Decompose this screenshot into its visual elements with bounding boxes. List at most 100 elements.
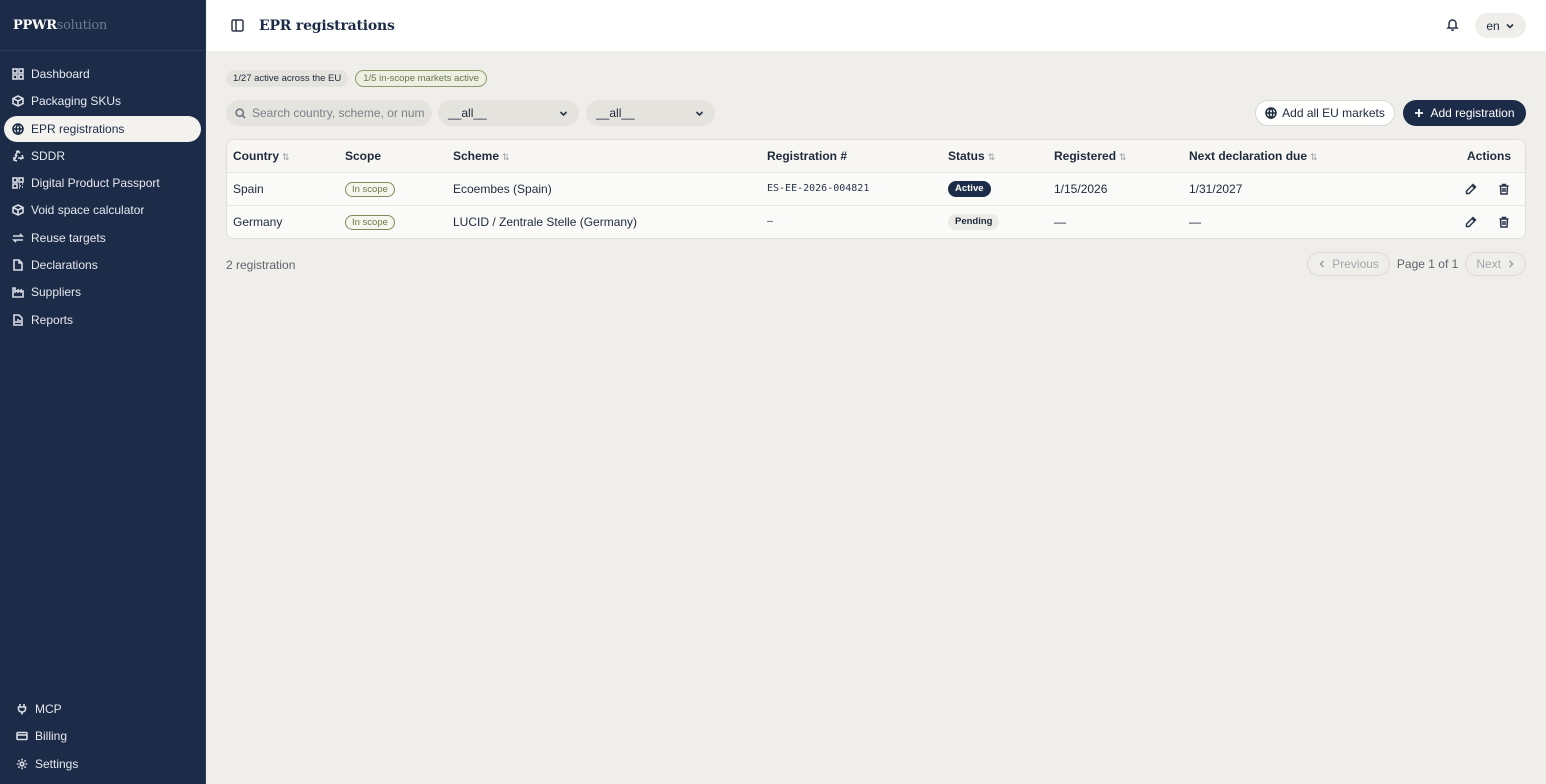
page-info: Page 1 of 1 [1396,257,1459,271]
sort-icon: ⇅ [1119,151,1127,162]
sidebar-item-declarations[interactable]: Declarations [4,252,201,278]
plus-icon [1415,109,1424,117]
language-selector[interactable]: en [1475,13,1526,38]
trash-icon[interactable] [1498,183,1511,196]
next-page-button[interactable]: Next [1465,252,1526,276]
sidebar-item-void-space-calculator[interactable]: Void space calculator [4,197,201,223]
cell-registered: 1/15/2026 [1054,181,1108,196]
status-badge: Active [948,181,991,197]
toolbar: __all__ __all__ Add all EU markets Add r… [226,100,1526,126]
column-header-label: Registration # [767,148,848,163]
scope-badge: In scope [345,181,395,197]
brand-name-bold: PPWR [13,17,57,33]
sidebar-item-mcp[interactable]: MCP [4,696,201,722]
gear-icon [16,758,28,770]
sidebar-item-packaging-skus[interactable]: Packaging SKUs [4,88,201,114]
next-label: Next [1476,257,1501,271]
column-header-label: Status [948,148,985,163]
sidebar-item-label: EPR registrations [31,121,125,136]
previous-page-button[interactable]: Previous [1307,252,1390,276]
sidebar-item-digital-product-passport[interactable]: Digital Product Passport [4,170,201,196]
repeat-icon [12,232,24,244]
filter-select-2-value: __all__ [596,106,635,120]
globe-icon [12,122,24,135]
chevron-right-icon [1508,260,1514,268]
sidebar-item-label: MCP [35,701,62,716]
table-row[interactable]: Germany In scope LUCID / Zentrale Stelle… [227,205,1525,238]
column-header-registered[interactable]: Registered ⇅ [1048,140,1183,172]
column-header-scope: Scope [339,140,447,172]
sidebar-item-reports[interactable]: Reports [4,307,201,333]
column-header-label: Scope [345,148,382,163]
column-header-label: Country [233,148,279,163]
top-bar: EPR registrations en [207,0,1546,51]
chevron-down-icon [559,111,568,117]
sidebar-item-label: Void space calculator [31,203,145,218]
column-header-scheme[interactable]: Scheme ⇅ [447,140,761,172]
box-icon [12,204,24,217]
add-all-eu-markets-label: Add all EU markets [1282,106,1385,120]
sidebar-item-epr-registrations[interactable]: EPR registrations [4,115,201,142]
factory-icon [12,286,24,299]
plug-icon [16,703,28,715]
table-row[interactable]: Spain In scope Ecoembes (Spain) ES-EE-20… [227,172,1525,205]
file-icon [12,259,24,271]
add-all-eu-markets-button[interactable]: Add all EU markets [1255,100,1395,126]
main-nav: Dashboard Packaging SKUs EPR registratio… [0,51,205,333]
dashboard-icon [12,68,24,80]
column-header-actions: Actions [1363,140,1525,172]
sidebar-item-label: Packaging SKUs [31,94,122,109]
cell-scheme: LUCID / Zentrale Stelle (Germany) [453,214,638,229]
filter-select-1-value: __all__ [448,106,487,120]
language-value: en [1486,18,1500,33]
column-header-label: Next declaration due [1189,148,1308,163]
sort-icon: ⇅ [987,151,996,162]
sidebar-item-label: Reuse targets [31,230,106,245]
column-header-status[interactable]: Status ⇅ [942,140,1048,172]
sidebar-item-label: Reports [31,312,74,327]
edit-icon[interactable] [1465,183,1478,196]
cell-actions [1363,172,1525,205]
search-input[interactable] [252,106,424,120]
sidebar-item-label: Dashboard [31,67,90,81]
filter-select-2[interactable]: __all__ [586,100,715,126]
trash-icon[interactable] [1498,216,1511,229]
cell-registered: — [1054,214,1066,229]
sidebar-item-reuse-targets[interactable]: Reuse targets [4,225,201,251]
scope-badge: In scope [345,214,395,230]
pagination: Previous Page 1 of 1 Next [1307,252,1526,276]
sort-icon: ⇅ [282,151,290,162]
sidebar-item-sddr[interactable]: SDDR [4,143,201,169]
bell-icon[interactable] [1446,18,1460,32]
column-header-country[interactable]: Country ⇅ [227,140,339,172]
chevron-left-icon [1319,260,1325,268]
sidebar-toggle-icon[interactable] [231,18,245,33]
in-scope-badge: 1/5 in-scope markets active [355,70,487,87]
brand-name-light: solution [56,17,108,33]
cell-actions [1363,205,1525,238]
cell-country: Germany [233,214,283,229]
chevron-down-icon [695,111,704,117]
filter-select-1[interactable]: __all__ [438,100,579,126]
table-footer: 2 registration Previous Page 1 of 1 Next [226,252,1526,276]
cell-country: Spain [233,181,264,196]
sidebar-item-dashboard[interactable]: Dashboard [4,61,201,87]
column-header-label: Registered [1054,148,1117,163]
credit-card-icon [16,730,28,742]
column-header-next-due[interactable]: Next declaration due ⇅ [1183,140,1363,172]
main-content: 1/27 active across the EU 1/5 in-scope m… [226,70,1526,276]
chevron-down-icon [1506,23,1514,29]
brand-logo[interactable]: PPWR solution [0,0,205,51]
globe-icon [1265,107,1277,119]
edit-icon[interactable] [1465,216,1478,229]
column-header-label: Actions [1466,148,1511,163]
qr-code-icon [12,177,24,189]
add-registration-button[interactable]: Add registration [1403,100,1526,126]
add-registration-label: Add registration [1430,106,1515,120]
page-title: EPR registrations [259,17,395,34]
sidebar-item-suppliers[interactable]: Suppliers [4,279,201,305]
sidebar-item-settings[interactable]: Settings [4,751,201,777]
sidebar-item-label: Suppliers [31,285,82,300]
registrations-table: Country ⇅ Scope Scheme ⇅ Registration # St… [226,139,1526,239]
sidebar-item-billing[interactable]: Billing [4,723,201,749]
